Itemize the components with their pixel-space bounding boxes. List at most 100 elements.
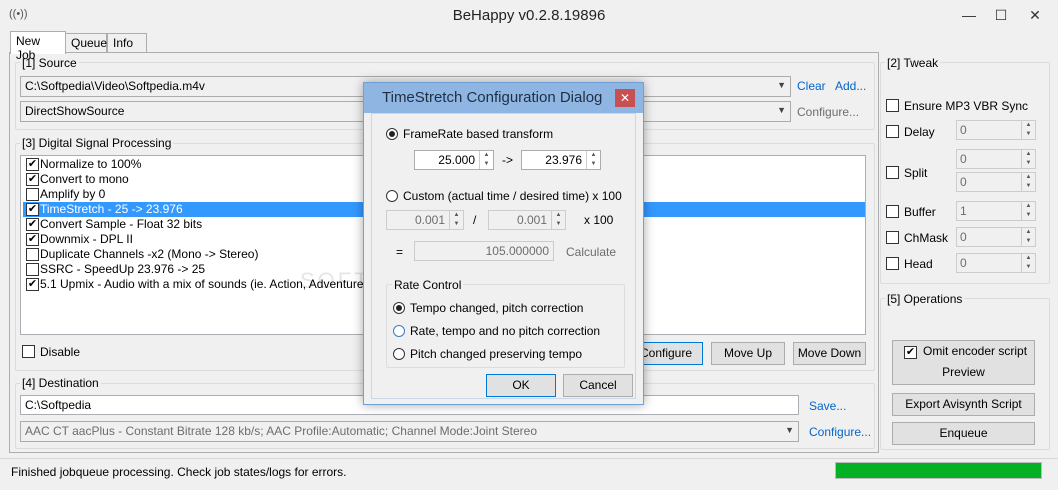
delay-checkbox[interactable] — [886, 125, 899, 138]
result-field: 105.000000 — [414, 241, 554, 261]
tab-new-job[interactable]: New Job — [10, 31, 66, 62]
ensure-mp3-label: Ensure MP3 VBR Sync — [904, 99, 1029, 113]
to-fps-stepper[interactable]: 23.976 ▲ ▼ — [521, 150, 601, 170]
head-stepper[interactable]: 0 ▲ ▼ — [956, 253, 1036, 273]
list-item-label: Normalize to 100% — [40, 157, 142, 171]
delay-stepper[interactable]: 0 ▲ ▼ — [956, 120, 1036, 140]
framerate-radio[interactable] — [386, 128, 398, 140]
chmask-value: 0 — [960, 230, 967, 244]
list-item-label: Convert Sample - Float 32 bits — [40, 217, 203, 231]
checkbox[interactable]: ✔ — [26, 203, 39, 216]
tab-label: Info — [113, 36, 134, 50]
chmask-label: ChMask — [904, 231, 949, 245]
buffer-value: 1 — [960, 204, 967, 218]
add-link[interactable]: Add... — [835, 79, 866, 93]
rate-control-label: Rate Control — [392, 278, 464, 292]
chevron-down-icon: ▼ — [777, 105, 786, 115]
decoder-value: DirectShowSource — [25, 104, 125, 118]
desired-time-stepper[interactable]: 0.001 ▲ ▼ — [488, 210, 566, 230]
source-configure-link[interactable]: Configure... — [797, 105, 859, 119]
chevron-down-icon: ▼ — [777, 80, 786, 90]
operations-group-label: [5] Operations — [885, 292, 965, 306]
ensure-mp3-checkbox[interactable] — [886, 99, 899, 112]
omit-encoder-checkbox[interactable]: ✔ — [904, 346, 917, 359]
ok-button[interactable]: OK — [486, 374, 556, 397]
split-start-stepper[interactable]: 0 ▲ ▼ — [956, 149, 1036, 169]
spin-arrows-icon[interactable]: ▲ ▼ — [586, 151, 600, 169]
preview-button[interactable]: ✔ Omit encoder script Preview — [892, 340, 1035, 385]
clear-link[interactable]: Clear — [797, 79, 826, 93]
enqueue-button[interactable]: Enqueue — [892, 422, 1035, 445]
status-text: Finished jobqueue processing. Check job … — [11, 465, 347, 479]
spin-arrows-icon[interactable]: ▲ ▼ — [551, 211, 565, 229]
calculate-button[interactable]: Calculate — [566, 245, 616, 259]
close-icon[interactable]: ✕ — [1024, 6, 1046, 24]
list-item-label: Convert to mono — [40, 172, 129, 186]
cancel-button[interactable]: Cancel — [563, 374, 633, 397]
dialog-title-bar[interactable]: TimeStretch Configuration Dialog ✕ — [364, 83, 643, 113]
encoder-configure-link[interactable]: Configure... — [809, 425, 871, 439]
checkbox[interactable] — [26, 248, 39, 261]
preview-label: Preview — [942, 365, 985, 379]
rc-option-radio[interactable] — [393, 348, 405, 360]
chmask-checkbox[interactable] — [886, 231, 899, 244]
tweak-group-label: [2] Tweak — [885, 56, 941, 70]
tab-info[interactable]: Info — [107, 33, 147, 53]
move-down-button[interactable]: Move Down — [793, 342, 866, 365]
checkbox[interactable]: ✔ — [26, 233, 39, 246]
save-link[interactable]: Save... — [809, 399, 846, 413]
dialog-body: FrameRate based transform 25.000 ▲ ▼ -> 23… — [371, 113, 636, 399]
buffer-checkbox[interactable] — [886, 205, 899, 218]
checkbox[interactable]: ✔ — [26, 173, 39, 186]
slash-label: / — [473, 213, 477, 227]
tab-queue[interactable]: Queue — [65, 33, 107, 53]
buffer-label: Buffer — [904, 205, 936, 219]
from-fps-stepper[interactable]: 25.000 ▲ ▼ — [414, 150, 494, 170]
spin-arrows-icon[interactable]: ▲ ▼ — [1021, 173, 1035, 191]
export-avisynth-button[interactable]: Export Avisynth Script — [892, 393, 1035, 416]
actual-time-stepper[interactable]: 0.001 ▲ ▼ — [386, 210, 464, 230]
desired-time-value: 0.001 — [516, 213, 547, 227]
maximize-icon[interactable]: ☐ — [990, 6, 1012, 24]
minimize-icon[interactable]: — — [958, 6, 980, 24]
spin-arrows-icon[interactable]: ▲ ▼ — [1021, 150, 1035, 168]
title-bar: ((•)) BeHappy v0.2.8.19896 — ☐ ✕ — [0, 0, 1058, 32]
checkbox[interactable]: ✔ — [26, 278, 39, 291]
split-checkbox[interactable] — [886, 166, 899, 179]
spin-arrows-icon[interactable]: ▲ ▼ — [1021, 202, 1035, 220]
checkbox[interactable] — [26, 188, 39, 201]
chmask-stepper[interactable]: 0 ▲ ▼ — [956, 227, 1036, 247]
encoder-combo[interactable]: AAC CT aacPlus - Constant Bitrate 128 kb… — [20, 421, 799, 442]
move-up-button[interactable]: Move Up — [711, 342, 785, 365]
from-fps-value: 25.000 — [438, 153, 475, 167]
disable-checkbox[interactable] — [22, 345, 35, 358]
delay-value: 0 — [960, 123, 967, 137]
list-item-label: Duplicate Channels -x2 (Mono -> Stereo) — [40, 247, 259, 261]
rc-option-radio[interactable] — [393, 302, 405, 314]
checkbox[interactable]: ✔ — [26, 218, 39, 231]
spin-arrows-icon[interactable]: ▲ ▼ — [1021, 254, 1035, 272]
omit-encoder-label: Omit encoder script — [923, 344, 1028, 358]
split-end-stepper[interactable]: 0 ▲ ▼ — [956, 172, 1036, 192]
head-checkbox[interactable] — [886, 257, 899, 270]
list-item-label: Amplify by 0 — [40, 187, 106, 201]
buffer-stepper[interactable]: 1 ▲ ▼ — [956, 201, 1036, 221]
spin-arrows-icon[interactable]: ▲ ▼ — [1021, 121, 1035, 139]
spin-arrows-icon[interactable]: ▲ ▼ — [479, 151, 493, 169]
rc-option-radio[interactable] — [393, 325, 405, 337]
custom-radio[interactable] — [386, 190, 398, 202]
close-icon[interactable]: ✕ — [615, 89, 635, 107]
delay-label: Delay — [904, 125, 935, 139]
spin-arrows-icon[interactable]: ▲ ▼ — [449, 211, 463, 229]
rc-option-label: Pitch changed preserving tempo — [410, 347, 583, 361]
source-file-value: C:\Softpedia\Video\Softpedia.m4v — [25, 79, 205, 93]
dsp-group-label: [3] Digital Signal Processing — [20, 136, 174, 150]
head-label: Head — [904, 257, 933, 271]
spin-arrows-icon[interactable]: ▲ ▼ — [1021, 228, 1035, 246]
dialog-title: TimeStretch Configuration Dialog — [382, 89, 603, 106]
destination-group-label: [4] Destination — [20, 376, 101, 390]
rc-option-label: Rate, tempo and no pitch correction — [410, 324, 601, 338]
checkbox[interactable]: ✔ — [26, 158, 39, 171]
checkbox[interactable] — [26, 263, 39, 276]
progress-fill — [836, 463, 1041, 478]
